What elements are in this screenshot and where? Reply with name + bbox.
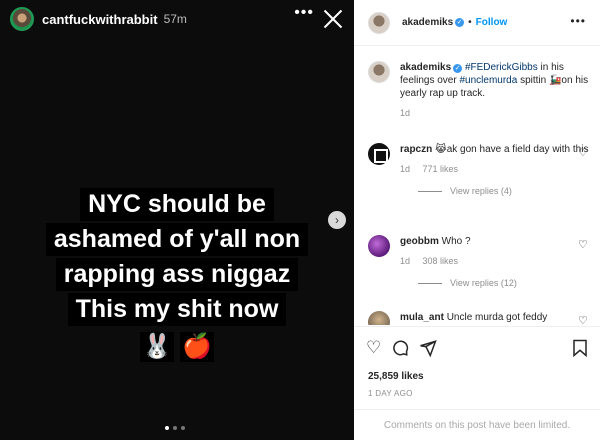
comment-text: Who ? (441, 236, 471, 247)
comment-icon[interactable] (391, 339, 409, 361)
more-options-icon[interactable]: ••• (570, 14, 586, 28)
carousel-dot-active (165, 426, 169, 430)
heart-icon[interactable]: ♡ (578, 147, 590, 159)
view-replies-label: View replies (12) (450, 278, 517, 288)
carousel-dot (173, 426, 177, 430)
comment-time: 1d (400, 256, 411, 266)
comments-limited-notice: Comments on this post have been limited. (354, 409, 600, 440)
caption-line: NYC should be (80, 188, 274, 221)
heart-icon[interactable]: ♡ (578, 239, 590, 251)
view-replies-label: View replies (4) (450, 186, 512, 196)
caption-line: This my shit now (67, 293, 287, 326)
view-replies-button[interactable]: View replies (4) (418, 186, 590, 196)
verified-badge-icon: ✓ (455, 18, 465, 27)
caption-line: rapping ass niggaz (55, 258, 299, 291)
rabbit-emoji: 🐰 (140, 332, 174, 362)
post-sidebar: akademiks ✓ • Follow ••• akademiks ✓ #FED… (354, 0, 600, 440)
replies-divider (418, 282, 442, 284)
post-header: akademiks ✓ • Follow ••• (354, 0, 600, 46)
carousel-dots (165, 426, 185, 430)
comment-item: mula_ant Uncle murda got feddy ♡ (368, 311, 590, 325)
more-options-icon[interactable]: ••• (294, 4, 314, 22)
emoji-row: 🐰 🍎 (40, 332, 314, 362)
comment-item: rapczn 😹ak gon have a field day with thi… (368, 143, 590, 196)
heart-icon[interactable]: ♡ (366, 339, 381, 361)
close-icon[interactable] (322, 8, 344, 30)
comment-likes[interactable]: 308 likes (423, 256, 459, 266)
post-actions: ♡ 25,859 likes 1 DAY AGO Comments on thi… (354, 326, 600, 440)
view-replies-button[interactable]: View replies (12) (418, 278, 590, 288)
story-avatar[interactable] (10, 7, 34, 31)
heart-icon[interactable]: ♡ (578, 315, 590, 325)
bookmark-icon[interactable] (572, 339, 588, 362)
caption-username[interactable]: akademiks (400, 62, 451, 73)
comment-text: Uncle murda got feddy (446, 312, 548, 323)
avatar[interactable] (368, 311, 390, 325)
caption-body: akademiks ✓ #FEDerickGibbs in his feeling… (400, 61, 590, 100)
next-story-button[interactable]: › (328, 211, 346, 229)
action-icons: ♡ (366, 339, 437, 361)
story-time: 57m (163, 12, 187, 26)
apple-emoji: 🍎 (180, 332, 214, 362)
comment-username[interactable]: mula_ant (400, 312, 444, 323)
comment-time: 1d (400, 164, 411, 174)
comment-body: geobbm Who ? (400, 235, 590, 248)
comment-username[interactable]: rapczn (400, 144, 432, 155)
replies-divider (418, 190, 442, 192)
post-caption: akademiks ✓ #FEDerickGibbs in his feeling… (368, 61, 590, 118)
caption-line: ashamed of y'all non (45, 223, 309, 256)
avatar[interactable] (368, 143, 390, 165)
comment-meta: 1d 308 likes (400, 256, 590, 266)
comment-likes[interactable]: 771 likes (423, 164, 459, 174)
story-username[interactable]: cantfuckwithrabbit (42, 12, 158, 27)
comment-body: rapczn 😹ak gon have a field day with thi… (400, 143, 590, 156)
post-timestamp: 1 DAY AGO (368, 389, 413, 398)
comment-meta: 1d 771 likes (400, 164, 590, 174)
caption-time: 1d (400, 108, 411, 118)
hashtag-link[interactable]: #FEDerickGibbs (465, 62, 538, 73)
comment-item: geobbm Who ? ♡ 1d 308 likes View replies… (368, 235, 590, 288)
story-panel: cantfuckwithrabbit 57m ••• NYC should be… (0, 0, 354, 440)
caption-meta: 1d (400, 108, 590, 118)
likes-count[interactable]: 25,859 likes (368, 371, 424, 382)
post-author-username[interactable]: akademiks (402, 17, 453, 28)
hashtag-link[interactable]: #unclemurda (459, 75, 517, 86)
story-caption: NYC should be ashamed of y'all non rappi… (40, 188, 314, 362)
comment-body: mula_ant Uncle murda got feddy (400, 311, 590, 324)
follow-button[interactable]: Follow (476, 17, 508, 28)
avatar[interactable] (368, 11, 390, 34)
share-icon[interactable] (419, 339, 437, 361)
comments-list[interactable]: akademiks ✓ #FEDerickGibbs in his feeling… (354, 47, 600, 325)
comment-text: 😹ak gon have a field day with this (435, 144, 589, 155)
avatar[interactable] (368, 235, 390, 257)
carousel-dot (181, 426, 185, 430)
comment-username[interactable]: geobbm (400, 236, 439, 247)
separator-bullet: • (468, 17, 472, 28)
avatar[interactable] (368, 61, 390, 83)
verified-badge-icon: ✓ (453, 64, 463, 73)
